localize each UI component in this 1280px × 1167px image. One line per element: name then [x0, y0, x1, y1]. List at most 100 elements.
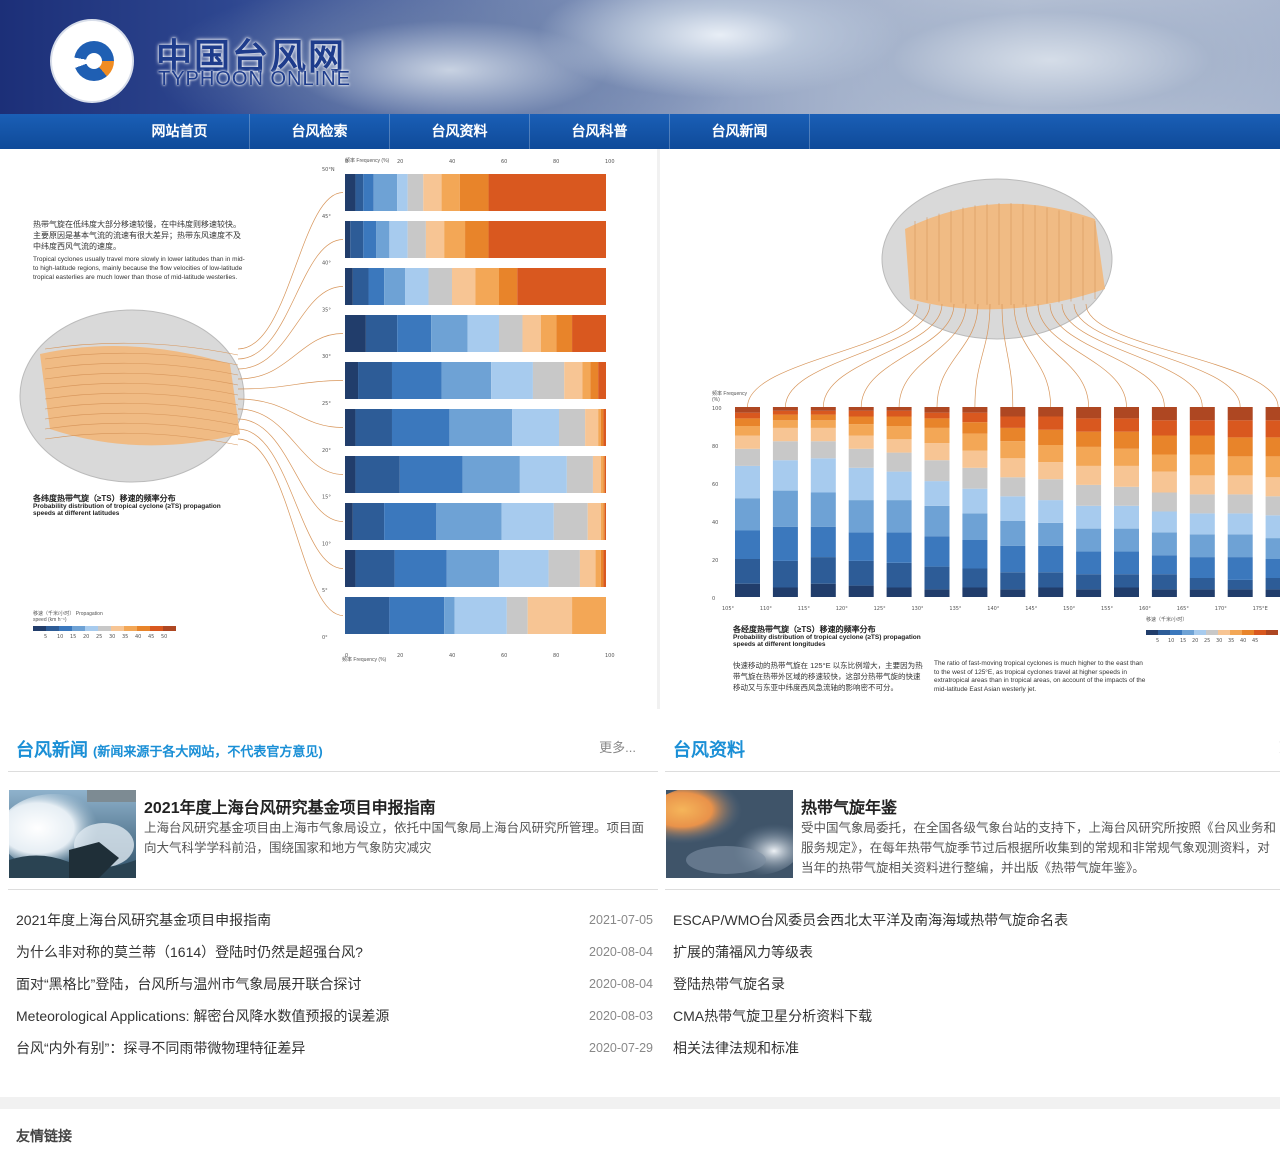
x-tick-label: 40 — [449, 159, 455, 165]
connector-line — [1085, 303, 1279, 408]
bar-segment — [1189, 454, 1215, 476]
list-item: Meteorological Applications: 解密台风降水数值预报的… — [8, 1000, 658, 1032]
legend-tick: 35 — [122, 634, 128, 640]
data-feature-image[interactable] — [666, 790, 793, 878]
bar-segment — [1038, 407, 1064, 417]
bar-segment — [345, 550, 356, 587]
news-item-title[interactable]: 为什么非对称的莫兰蒂（1614）登陆时仍然是超强台风? — [16, 936, 363, 968]
nav-typhoon-news[interactable]: 台风新闻 — [670, 114, 810, 149]
bar-segment — [848, 407, 874, 411]
bar-segment — [962, 513, 988, 540]
bar-segment — [345, 362, 359, 399]
banner-panel-longitude[interactable]: 各经度热带气旋（≥TS）移速的频率分布 Probability distribu… — [660, 149, 1280, 709]
bar-segment — [345, 409, 356, 446]
bar-segment — [467, 315, 499, 352]
bar-segment — [376, 221, 390, 258]
legend-tick: 35 — [1228, 638, 1234, 644]
bar-segment — [1227, 420, 1253, 438]
banner-slider[interactable]: 热带气旋在低纬度大部分移速较慢，在中纬度则移速较快。主要原因是基本气流的流速有很… — [0, 149, 1280, 709]
news-section: 台风新闻 (新闻来源于各大网站，不代表官方意见) 更多... 2021年度上海台… — [8, 720, 658, 1064]
lon-tick-label: 160° — [1139, 606, 1152, 612]
bar-segment — [590, 362, 599, 399]
bar-segment — [572, 315, 606, 352]
bar-segment — [772, 490, 798, 527]
bar-segment — [1000, 416, 1026, 428]
news-item-title[interactable]: Meteorological Applications: 解密台风降水数值预报的… — [16, 1000, 389, 1032]
bar-segment — [810, 492, 836, 527]
news-item-title[interactable]: 2021年度上海台风研究基金项目申报指南 — [16, 904, 271, 936]
bar-segment — [1114, 418, 1139, 432]
data-item-title[interactable]: 登陆热带气旋名录 — [673, 968, 785, 1000]
data-section-header: 台风资料 更多 — [665, 720, 1280, 772]
bar-segment — [886, 407, 912, 411]
bar-segment — [1000, 441, 1026, 459]
banner-panel-latitude[interactable]: 热带气旋在低纬度大部分移速较慢，在中纬度则移速较快。主要原因是基本气流的流速有很… — [0, 149, 657, 709]
nav-typhoon-science[interactable]: 台风科普 — [530, 114, 670, 149]
x-tick-label: 100 — [605, 653, 615, 659]
bar-segment — [886, 439, 912, 453]
legend-swatch — [1206, 630, 1218, 635]
bar-segment — [1000, 572, 1026, 590]
main-nav: 网站首页 台风检索 台风资料 台风科普 台风新闻 — [0, 114, 1280, 149]
list-item: 扩展的蒲福风力等级表 — [665, 936, 1280, 968]
list-item: 相关法律法规和标准 — [665, 1032, 1280, 1064]
storm-waves-image — [9, 790, 136, 878]
news-item-title[interactable]: 台风“内外有别”：探寻不同雨带微物理特征差异 — [16, 1032, 305, 1064]
news-feature-title[interactable]: 2021年度上海台风研究基金项目申报指南 — [144, 794, 436, 818]
bar-segment — [428, 268, 453, 305]
data-section-title[interactable]: 台风资料 — [673, 736, 745, 762]
bar-segment — [444, 597, 455, 634]
bar-segment — [345, 268, 353, 305]
bar-segment — [389, 597, 445, 634]
legend-swatch — [46, 626, 59, 631]
legend-tick: 10 — [57, 634, 63, 640]
bar-segment — [1114, 551, 1139, 575]
bar-segment — [352, 268, 369, 305]
legend-swatch — [111, 626, 124, 631]
bar-segment — [1227, 534, 1253, 558]
bar-segment — [604, 503, 606, 540]
bar-segment — [498, 315, 523, 352]
bar-segment — [1000, 521, 1026, 546]
bar-segment — [488, 221, 606, 258]
bar-segment — [962, 412, 988, 423]
bar-segment — [810, 458, 836, 493]
bar-segment — [566, 456, 593, 493]
bar-segment — [1265, 437, 1280, 457]
lon-tick-label: 140° — [987, 606, 1000, 612]
data-feature-title[interactable]: 热带气旋年鉴 — [801, 794, 897, 818]
friend-links-heading: 友情链接 — [16, 1128, 72, 1144]
data-item-title[interactable]: CMA热带气旋卫星分析资料下载 — [673, 1000, 872, 1032]
bar-segment — [358, 362, 392, 399]
nav-home[interactable]: 网站首页 — [110, 114, 250, 149]
bar-segment — [772, 427, 798, 442]
bar-segment — [407, 221, 426, 258]
bar-segment — [772, 526, 798, 561]
news-item-title[interactable]: 面对“黑格比”登陆，台风所与温州市气象局展开联合探讨 — [16, 968, 361, 1000]
data-item-title[interactable]: 扩展的蒲福风力等级表 — [673, 936, 813, 968]
site-logo[interactable] — [50, 19, 134, 103]
bar-segment — [1227, 579, 1253, 590]
bar-segment — [1227, 456, 1253, 476]
list-item: 台风“内外有别”：探寻不同雨带微物理特征差异 2020-07-29 — [8, 1032, 658, 1064]
bar-segment — [345, 597, 390, 634]
bar-segment — [810, 526, 836, 558]
bar-segment — [1038, 522, 1064, 546]
bar-segment — [355, 409, 392, 446]
bar-segment — [735, 530, 760, 559]
bar-segment — [1265, 456, 1280, 478]
news-section-title[interactable]: 台风新闻 — [16, 740, 88, 760]
bar-segment — [810, 410, 836, 415]
nav-typhoon-search[interactable]: 台风检索 — [250, 114, 390, 149]
data-item-title[interactable]: ESCAP/WMO台风委员会西北太平洋及南海海域热带气旋命名表 — [673, 904, 1068, 936]
news-feature-image[interactable] — [9, 790, 136, 878]
nav-typhoon-data[interactable]: 台风资料 — [390, 114, 530, 149]
legend-swatch — [98, 626, 111, 631]
data-item-title[interactable]: 相关法律法规和标准 — [673, 1032, 799, 1064]
bar-segment — [454, 597, 507, 634]
legend-swatch — [163, 626, 176, 631]
news-more-link[interactable]: 更多... — [599, 737, 636, 756]
bar-segment — [1265, 538, 1280, 559]
list-item: CMA热带气旋卫星分析资料下载 — [665, 1000, 1280, 1032]
bar-segment — [444, 221, 466, 258]
